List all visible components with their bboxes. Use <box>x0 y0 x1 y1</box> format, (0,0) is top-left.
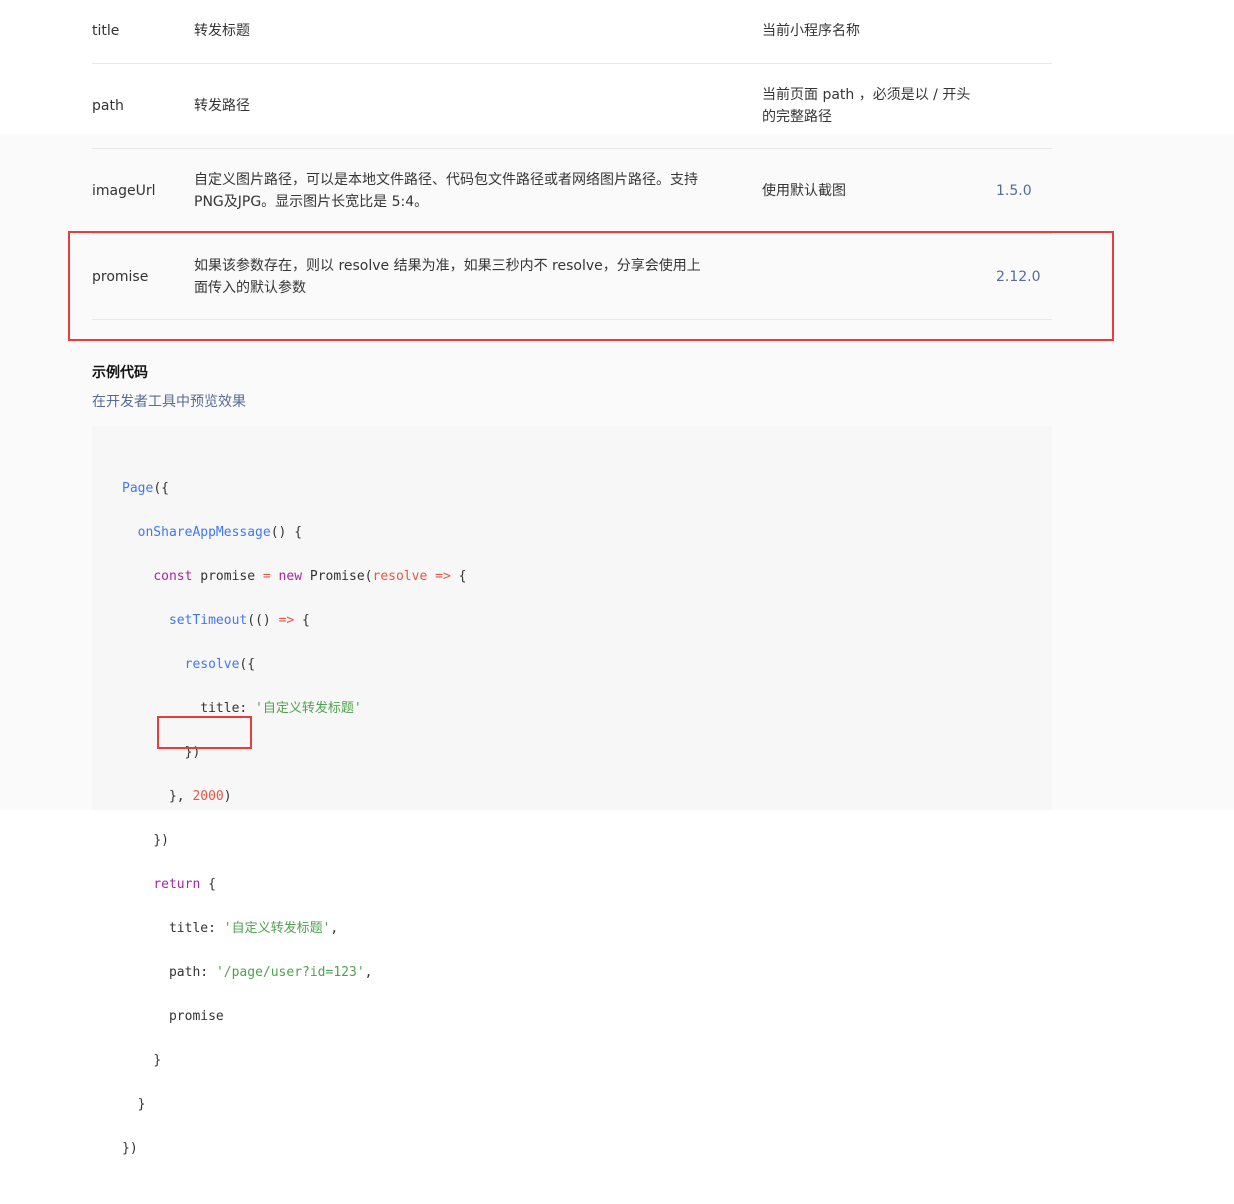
param-name: title <box>92 23 120 39</box>
code-token: '/page/user?id=123' <box>215 965 365 980</box>
code-token: return <box>153 877 201 892</box>
code-line: promise <box>122 1006 466 1028</box>
code-token: { <box>294 613 310 628</box>
code-token: resolve <box>184 657 240 672</box>
code-line: }) <box>122 1138 466 1160</box>
param-desc: 转发路径 <box>194 98 250 114</box>
param-version: 1.5.0 <box>996 183 1032 199</box>
param-desc: 自定义图片路径，可以是本地文件路径、代码包文件路径或者网络图片路径。支持PNG及… <box>194 172 698 210</box>
code-token: onShareAppMessage <box>137 525 271 540</box>
code-token: title: <box>200 701 256 716</box>
code-token: } <box>153 1053 162 1068</box>
code-line: setTimeout(() => { <box>122 610 466 632</box>
code-token: const <box>153 569 193 584</box>
code-block: Page({ onShareAppMessage() { const promi… <box>92 426 1052 1156</box>
code-line: title: '自定义转发标题', <box>122 918 466 940</box>
param-name: imageUrl <box>92 183 156 199</box>
code-token: }) <box>153 833 169 848</box>
code-token: resolve <box>372 569 428 584</box>
code-token: = <box>262 569 271 584</box>
code-token: => <box>278 613 295 628</box>
code-token: } <box>137 1097 146 1112</box>
code-line: path: '/page/user?id=123', <box>122 962 466 984</box>
code-token: ({ <box>153 481 169 496</box>
code-token: , <box>330 921 339 936</box>
code-token: () { <box>270 525 303 540</box>
code-line: const promise = new Promise(resolve => { <box>122 566 466 588</box>
code-token: => <box>427 569 451 584</box>
param-default: 当前页面 path ，必须是以 / 开头的完整路径 <box>762 87 971 125</box>
code-token: { <box>450 569 467 584</box>
code-token: }) <box>122 1141 138 1156</box>
code-token: (() <box>247 613 279 628</box>
code-line: Page({ <box>122 478 466 500</box>
code-token: '自定义转发标题' <box>223 921 331 936</box>
preview-in-devtools-link[interactable]: 在开发者工具中预览效果 <box>92 391 246 411</box>
code-line: } <box>122 1094 466 1116</box>
table-row: path 转发路径 当前页面 path ，必须是以 / 开头的完整路径 <box>92 64 1052 149</box>
code-line: }) <box>122 830 466 852</box>
code-token: { <box>200 877 216 892</box>
code-token: , <box>364 965 373 980</box>
code-token: new <box>270 569 303 584</box>
promise-row-highlight <box>68 231 1114 341</box>
code-line: onShareAppMessage() { <box>122 522 466 544</box>
code-token: '自定义转发标题' <box>255 701 362 716</box>
section-title: 示例代码 <box>92 365 148 381</box>
promise-code-highlight <box>157 716 252 749</box>
code-line: } <box>122 1050 466 1072</box>
code-token: setTimeout <box>168 613 248 628</box>
code-line: }, 2000) <box>122 786 466 808</box>
param-default: 当前小程序名称 <box>762 23 860 39</box>
code-token: Page <box>122 481 154 496</box>
code-token: }, <box>168 789 193 804</box>
code-line: return { <box>122 874 466 896</box>
code-token: title: <box>168 921 224 936</box>
table-row: imageUrl 自定义图片路径，可以是本地文件路径、代码包文件路径或者网络图片… <box>92 149 1052 234</box>
param-name: path <box>92 98 124 114</box>
code-token: 2000 <box>192 789 224 804</box>
param-desc: 转发标题 <box>194 23 250 39</box>
code-token: path: <box>168 965 216 980</box>
code-token: promise <box>168 1009 224 1024</box>
code-content: Page({ onShareAppMessage() { const promi… <box>122 456 466 1204</box>
code-token: ({ <box>239 657 256 672</box>
param-default: 使用默认截图 <box>762 183 846 199</box>
code-token: Promise( <box>302 569 373 584</box>
table-row: title 转发标题 当前小程序名称 <box>92 0 1052 64</box>
code-line: resolve({ <box>122 654 466 676</box>
code-token: ) <box>223 789 232 804</box>
code-token: promise <box>192 569 263 584</box>
